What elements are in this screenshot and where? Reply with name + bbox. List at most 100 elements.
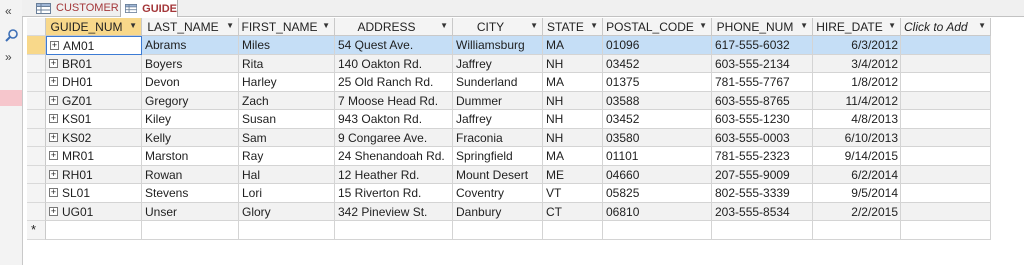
cell-city[interactable]: Fraconia — [453, 128, 543, 147]
record-selector[interactable] — [27, 184, 46, 203]
expand-group-icon[interactable]: » — [5, 50, 12, 64]
cell-phone-num[interactable]: 603-555-0003 — [712, 128, 813, 147]
column-header-city[interactable]: CITY ▼ — [453, 18, 543, 36]
cell-phone-num[interactable]: 207-555-9009 — [712, 165, 813, 184]
cell-state[interactable]: VT — [543, 184, 603, 203]
collapse-pane-button[interactable]: « — [5, 4, 12, 18]
cell-state[interactable]: NH — [543, 128, 603, 147]
cell-state[interactable]: MA — [543, 73, 603, 92]
new-record-cell[interactable] — [901, 221, 991, 240]
cell-postal-code[interactable]: 06810 — [603, 202, 712, 221]
dropdown-arrow-icon[interactable]: ▼ — [129, 21, 137, 30]
cell-first-name[interactable]: Zach — [239, 91, 335, 110]
dropdown-arrow-icon[interactable]: ▼ — [978, 21, 986, 30]
cell-postal-code[interactable]: 03452 — [603, 110, 712, 129]
dropdown-arrow-icon[interactable]: ▼ — [699, 21, 707, 30]
cell-first-name[interactable]: Sam — [239, 128, 335, 147]
new-record-cell[interactable] — [453, 221, 543, 240]
expand-subdatasheet-icon[interactable]: + — [49, 206, 58, 216]
cell-address[interactable]: 25 Old Ranch Rd. — [335, 73, 453, 92]
expand-subdatasheet-icon[interactable]: + — [49, 58, 58, 68]
search-icon[interactable] — [4, 28, 19, 43]
cell-hire-date[interactable]: 9/5/2014 — [813, 184, 901, 203]
cell-guide-num[interactable]: + GZ01 — [46, 91, 142, 110]
cell-phone-num[interactable]: 603-555-8765 — [712, 91, 813, 110]
cell-phone-num[interactable]: 203-555-8534 — [712, 202, 813, 221]
cell-state[interactable]: NH — [543, 110, 603, 129]
cell-city[interactable]: Jaffrey — [453, 54, 543, 73]
cell-hire-date[interactable]: 4/8/2013 — [813, 110, 901, 129]
cell-postal-code[interactable]: 01375 — [603, 73, 712, 92]
cell-city[interactable]: Springfield — [453, 147, 543, 166]
cell-state[interactable]: NH — [543, 54, 603, 73]
cell-last-name[interactable]: Stevens — [142, 184, 239, 203]
cell-postal-code[interactable]: 05825 — [603, 184, 712, 203]
cell-state[interactable]: ME — [543, 165, 603, 184]
column-header-phone-num[interactable]: PHONE_NUM ▼ — [712, 18, 813, 36]
new-record-cell[interactable] — [712, 221, 813, 240]
cell-first-name[interactable]: Glory — [239, 202, 335, 221]
cell-phone-num[interactable]: 603-555-1230 — [712, 110, 813, 129]
new-record-cell[interactable] — [335, 221, 453, 240]
column-header-postal-code[interactable]: POSTAL_CODE ▼ — [603, 18, 712, 36]
cell-hire-date[interactable]: 9/14/2015 — [813, 147, 901, 166]
cell-last-name[interactable]: Boyers — [142, 54, 239, 73]
cell-hire-date[interactable]: 11/4/2012 — [813, 91, 901, 110]
column-header-hire-date[interactable]: HIRE_DATE ▼ — [813, 18, 901, 36]
cell-postal-code[interactable]: 01101 — [603, 147, 712, 166]
tab-guide[interactable]: GUIDE — [120, 0, 178, 17]
dropdown-arrow-icon[interactable]: ▼ — [800, 21, 808, 30]
cell-state[interactable]: MA — [543, 36, 603, 55]
cell-phone-num[interactable]: 603-555-2134 — [712, 54, 813, 73]
expand-subdatasheet-icon[interactable]: + — [49, 132, 58, 142]
cell-hire-date[interactable]: 3/4/2012 — [813, 54, 901, 73]
cell-address[interactable]: 12 Heather Rd. — [335, 165, 453, 184]
cell-address[interactable]: 9 Congaree Ave. — [335, 128, 453, 147]
expand-subdatasheet-icon[interactable]: + — [49, 77, 58, 86]
expand-subdatasheet-icon[interactable]: + — [49, 169, 58, 179]
cell-last-name[interactable]: Gregory — [142, 91, 239, 110]
cell-hire-date[interactable]: 1/8/2012 — [813, 73, 901, 92]
cell-address[interactable]: 24 Shenandoah Rd. — [335, 147, 453, 166]
cell-address[interactable]: 943 Oakton Rd. — [335, 110, 453, 129]
cell-hire-date[interactable]: 6/2/2014 — [813, 165, 901, 184]
cell-city[interactable]: Danbury — [453, 202, 543, 221]
new-record-cell[interactable] — [239, 221, 335, 240]
cell-last-name[interactable]: Devon — [142, 73, 239, 92]
cell-hire-date[interactable]: 6/3/2012 — [813, 36, 901, 55]
select-all-corner[interactable] — [27, 18, 46, 36]
cell-city[interactable]: Mount Desert — [453, 165, 543, 184]
cell-postal-code[interactable]: 04660 — [603, 165, 712, 184]
cell-first-name[interactable]: Rita — [239, 54, 335, 73]
cell-last-name[interactable]: Marston — [142, 147, 239, 166]
cell-guide-num[interactable]: + KS02 — [46, 128, 142, 147]
record-selector[interactable] — [27, 91, 46, 110]
cell-phone-num[interactable]: 781-555-7767 — [712, 73, 813, 92]
expand-subdatasheet-icon[interactable]: + — [50, 41, 59, 50]
cell-first-name[interactable]: Hal — [239, 165, 335, 184]
cell-phone-num[interactable]: 781-555-2323 — [712, 147, 813, 166]
cell-phone-num[interactable]: 617-555-6032 — [712, 36, 813, 55]
expand-subdatasheet-icon[interactable]: + — [49, 95, 58, 105]
cell-postal-code[interactable]: 03452 — [603, 54, 712, 73]
cell-address[interactable]: 342 Pineview St. — [335, 202, 453, 221]
column-header-last-name[interactable]: LAST_NAME ▼ — [142, 18, 239, 36]
expand-subdatasheet-icon[interactable]: + — [49, 151, 58, 160]
cell-guide-num[interactable]: + UG01 — [46, 202, 142, 221]
cell-city[interactable]: Sunderland — [453, 73, 543, 92]
column-header-address[interactable]: ADDRESS ▼ — [335, 18, 453, 36]
column-header-first-name[interactable]: FIRST_NAME ▼ — [239, 18, 335, 36]
expand-subdatasheet-icon[interactable]: + — [49, 114, 58, 123]
cell-last-name[interactable]: Rowan — [142, 165, 239, 184]
cell-postal-code[interactable]: 03580 — [603, 128, 712, 147]
new-record-cell[interactable] — [46, 221, 142, 240]
cell-state[interactable]: NH — [543, 91, 603, 110]
record-selector[interactable] — [27, 128, 46, 147]
expand-subdatasheet-icon[interactable]: + — [49, 188, 58, 197]
record-selector[interactable] — [27, 202, 46, 221]
cell-first-name[interactable]: Susan — [239, 110, 335, 129]
cell-city[interactable]: Coventry — [453, 184, 543, 203]
cell-first-name[interactable]: Harley — [239, 73, 335, 92]
cell-guide-num[interactable]: + KS01 — [46, 110, 142, 129]
cell-first-name[interactable]: Lori — [239, 184, 335, 203]
